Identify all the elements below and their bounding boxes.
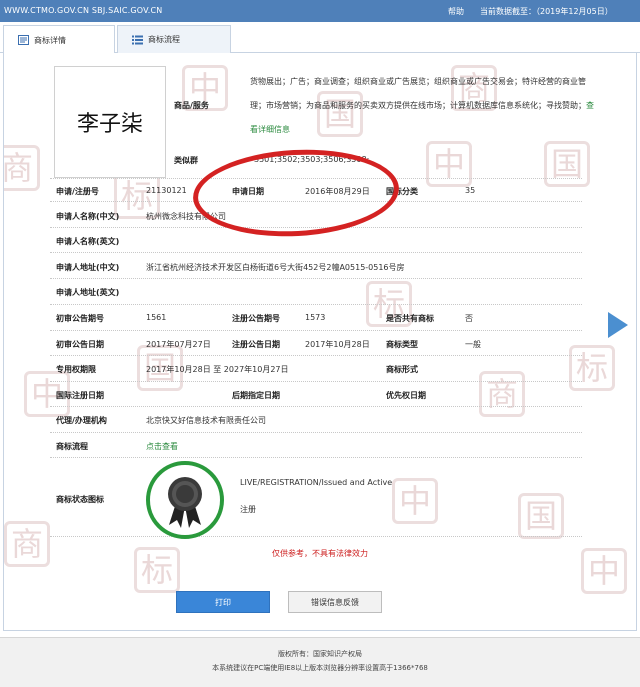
row-divider bbox=[50, 278, 582, 279]
tab-trademark-details[interactable]: 商标详情 bbox=[3, 25, 115, 54]
prelim-date-label: 初审公告日期 bbox=[56, 340, 104, 349]
document-icon bbox=[18, 35, 29, 45]
copyright: 版权所有：国家知识产权局 bbox=[278, 650, 362, 658]
report-error-button[interactable]: 错误信息反馈 bbox=[288, 591, 382, 613]
watermark-icon: 商 bbox=[4, 521, 50, 567]
row-divider bbox=[50, 304, 582, 305]
agent-value: 北京快又好信息技术有限责任公司 bbox=[146, 416, 266, 425]
reg-issue-label: 注册公告期号 bbox=[232, 314, 280, 323]
reg-no-label: 申请/注册号 bbox=[56, 187, 99, 196]
prelim-issue-label: 初审公告期号 bbox=[56, 314, 104, 323]
exclusive-period-value: 2017年10月28日 至 2027年10月27日 bbox=[146, 365, 289, 374]
mark-type-label: 商标类型 bbox=[386, 340, 418, 349]
goods-services-value: 货物展出；广告；商业调查；组织商业或广告展览；组织商业或广告交易会；特许经营的商… bbox=[250, 77, 586, 110]
shared-mark-value: 否 bbox=[465, 314, 473, 323]
later-designation-label: 后期指定日期 bbox=[232, 391, 280, 400]
award-icon bbox=[168, 477, 202, 528]
address-cn-label: 申请人地址(中文) bbox=[56, 263, 120, 272]
address-en-label: 申请人地址(英文) bbox=[56, 288, 120, 297]
watermark-icon: 中 bbox=[426, 141, 472, 187]
site-domains: WWW.CTMO.GOV.CN SBJ.SAIC.GOV.CN bbox=[4, 6, 163, 15]
help-link[interactable]: 帮助 bbox=[448, 6, 464, 17]
reg-issue-value: 1573 bbox=[305, 313, 326, 322]
prelim-date-value: 2017年07月27日 bbox=[146, 340, 211, 349]
shared-mark-label: 是否共有商标 bbox=[386, 314, 434, 323]
row-divider bbox=[50, 355, 582, 356]
prelim-issue-value: 1561 bbox=[146, 313, 167, 322]
next-arrow-icon[interactable] bbox=[606, 310, 630, 340]
agent-label: 代理/办理机构 bbox=[56, 416, 107, 425]
intl-class-value: 35 bbox=[465, 186, 476, 195]
watermark-icon: 标 bbox=[569, 345, 615, 391]
status-cn: 注册 bbox=[240, 505, 256, 514]
address-cn-value: 浙江省杭州经济技术开发区白杨街道6号大街452号2幢A0515-0516号房 bbox=[146, 263, 405, 272]
applicant-en-label: 申请人名称(英文) bbox=[56, 237, 120, 246]
reg-no-value: 21130121 bbox=[146, 186, 187, 195]
priority-date-label: 优先权日期 bbox=[386, 391, 426, 400]
disclaimer: 仅供参考，不具有法律效力 bbox=[272, 549, 368, 558]
intl-reg-date-label: 国际注册日期 bbox=[56, 391, 104, 400]
watermark-icon: 商 bbox=[479, 371, 525, 417]
footer: 版权所有：国家知识产权局 本系统建议在PC端使用IE8以上版本浏览器分辨率设置高… bbox=[0, 637, 640, 687]
reg-date-label: 注册公告日期 bbox=[232, 340, 280, 349]
print-button[interactable]: 打印 bbox=[176, 591, 270, 613]
browser-tip: 本系统建议在PC端使用IE8以上版本浏览器分辨率设置高于1366*768 bbox=[212, 664, 428, 672]
similar-group-label: 类似群 bbox=[174, 156, 198, 165]
tab-bar: 商标详情 商标流程 bbox=[0, 25, 640, 54]
row-divider bbox=[50, 381, 582, 382]
trademark-image: 李子柒 bbox=[54, 66, 166, 178]
row-divider bbox=[50, 252, 582, 253]
tab-label: 商标详情 bbox=[34, 35, 66, 45]
watermark-icon: 国 bbox=[544, 141, 590, 187]
exclusive-period-label: 专用权期限 bbox=[56, 365, 96, 374]
reg-date-value: 2017年10月28日 bbox=[305, 340, 370, 349]
row-divider bbox=[50, 457, 582, 458]
process-label: 商标流程 bbox=[56, 442, 88, 451]
goods-services-text: 货物展出；广告；商业调查；组织商业或广告展览；组织商业或广告交易会；特许经营的商… bbox=[250, 70, 595, 142]
tab-trademark-process[interactable]: 商标流程 bbox=[117, 25, 231, 53]
status-icon-label: 商标状态图标 bbox=[56, 495, 104, 504]
trademark-text: 李子柒 bbox=[76, 112, 143, 137]
list-icon bbox=[132, 35, 143, 45]
mark-type-value: 一般 bbox=[465, 340, 481, 349]
watermark-icon: 商 bbox=[4, 145, 40, 191]
data-deadline: 当前数据截至：（2019年12月05日） bbox=[480, 7, 613, 16]
watermark-icon: 国 bbox=[518, 493, 564, 539]
applicant-cn-label: 申请人名称(中文) bbox=[56, 212, 120, 221]
status-badge bbox=[146, 461, 224, 539]
row-divider bbox=[50, 330, 582, 331]
goods-services-label: 商品/服务 bbox=[174, 101, 209, 110]
tab-label: 商标流程 bbox=[148, 35, 180, 44]
row-divider bbox=[50, 406, 582, 407]
mark-form-label: 商标形式 bbox=[386, 365, 418, 374]
top-bar: WWW.CTMO.GOV.CN SBJ.SAIC.GOV.CN 帮助 当前数据截… bbox=[0, 0, 640, 22]
watermark-icon: 中 bbox=[392, 478, 438, 524]
row-divider bbox=[50, 432, 582, 433]
status-en: LIVE/REGISTRATION/Issued and Active bbox=[240, 478, 393, 487]
row-divider bbox=[50, 536, 582, 537]
process-view-link[interactable]: 点击查看 bbox=[146, 441, 178, 452]
